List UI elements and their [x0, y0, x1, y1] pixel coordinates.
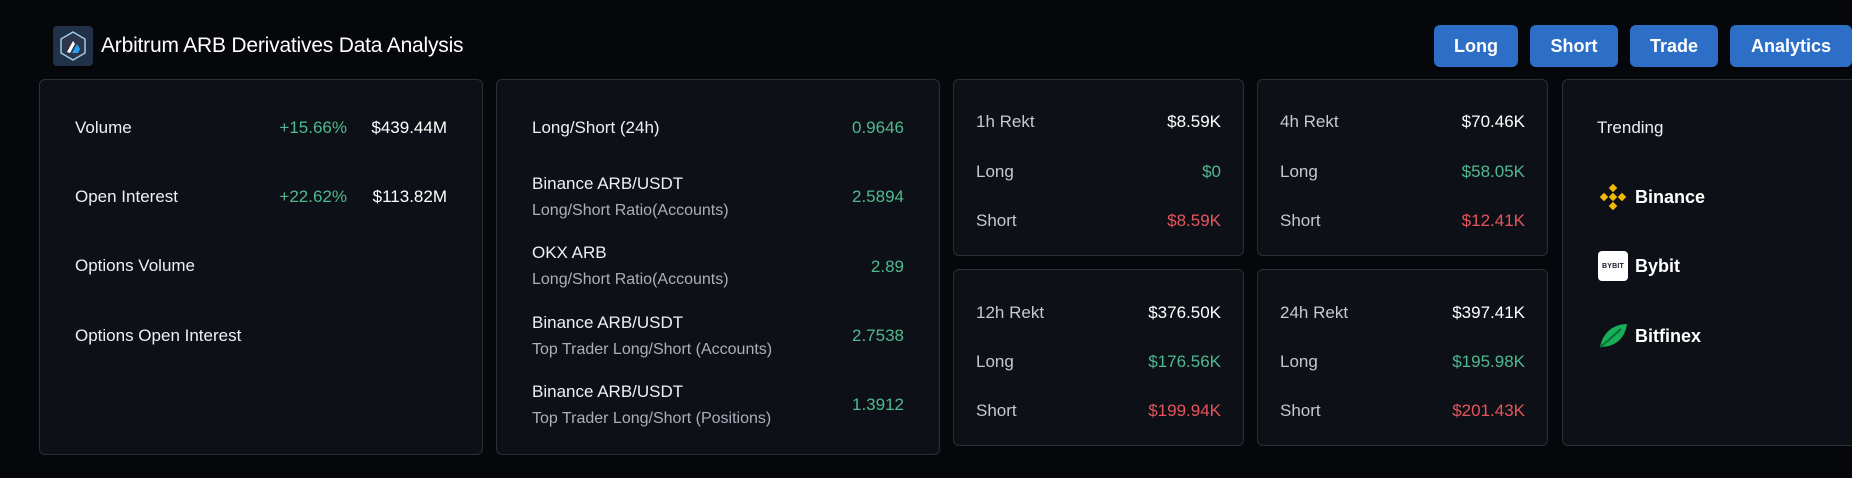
rekt-long-label: Long — [1280, 352, 1318, 371]
rekt-card-24h: 24h Rekt $397.41K Long $195.98K Short $2… — [1257, 269, 1548, 446]
ratio-item-title: OKX ARB — [532, 243, 607, 262]
ratio-item-subtitle: Top Trader Long/Short (Positions) — [532, 410, 772, 427]
rekt-title: 24h Rekt — [1280, 303, 1349, 322]
rekt-long-label: Long — [1280, 162, 1318, 181]
rekt-total: $70.46K — [1461, 112, 1525, 131]
rekt-total: $376.50K — [1148, 303, 1221, 322]
long-short-24h-label: Long/Short (24h) — [532, 118, 660, 137]
rekt-long-value: $0 — [1202, 162, 1221, 181]
bitfinex-icon — [1597, 320, 1629, 352]
rekt-short-label: Short — [1280, 211, 1321, 230]
ratio-item-value: 1.3912 — [852, 395, 904, 414]
rekt-total: $8.59K — [1167, 112, 1221, 131]
trending-item-label: Bybit — [1635, 255, 1680, 276]
short-button[interactable]: Short — [1530, 25, 1618, 67]
open-interest-change: +22.62% — [279, 187, 347, 206]
rekt-long-value: $176.56K — [1148, 352, 1221, 371]
rekt-card-1h: 1h Rekt $8.59K Long $0 Short $8.59K — [953, 79, 1244, 256]
arbitrum-logo-icon — [53, 26, 93, 66]
bybit-icon-text: BYBIT — [1598, 251, 1628, 281]
ratio-item-subtitle: Long/Short Ratio(Accounts) — [532, 202, 729, 219]
nav-buttons: Long Short Trade Analytics — [1422, 25, 1852, 67]
rekt-long-label: Long — [976, 352, 1014, 371]
trending-item-bitfinex[interactable]: Bitfinex — [1597, 320, 1701, 352]
page-header: Arbitrum ARB Derivatives Data Analysis — [53, 26, 464, 66]
trending-card: Trending Binance BYBIT Bybit Bitfinex — [1562, 79, 1852, 446]
open-interest-label: Open Interest — [75, 187, 179, 206]
rekt-short-value: $8.59K — [1167, 211, 1221, 230]
volume-change: +15.66% — [279, 118, 347, 137]
rekt-short-value: $12.41K — [1461, 211, 1525, 230]
rekt-long-value: $58.05K — [1461, 162, 1525, 181]
trade-button[interactable]: Trade — [1630, 25, 1718, 67]
bybit-icon: BYBIT — [1597, 250, 1629, 282]
rekt-card-4h: 4h Rekt $70.46K Long $58.05K Short $12.4… — [1257, 79, 1548, 256]
trending-label: Trending — [1597, 118, 1664, 137]
analytics-button[interactable]: Analytics — [1730, 25, 1852, 67]
ratio-item-subtitle: Top Trader Long/Short (Accounts) — [532, 341, 773, 358]
ratio-item-value: 2.89 — [870, 257, 904, 276]
rekt-short-label: Short — [976, 211, 1017, 230]
ratio-item-value: 2.5894 — [852, 187, 904, 206]
options-volume-label: Options Volume — [75, 256, 196, 275]
long-button[interactable]: Long — [1434, 25, 1518, 67]
rekt-card-12h: 12h Rekt $376.50K Long $176.56K Short $1… — [953, 269, 1244, 446]
rekt-short-value: $201.43K — [1452, 401, 1525, 420]
trending-item-label: Bitfinex — [1635, 325, 1702, 346]
ratio-item-value: 2.7538 — [852, 326, 904, 345]
ratio-item-subtitle: Long/Short Ratio(Accounts) — [532, 271, 729, 288]
options-open-interest-label: Options Open Interest — [75, 326, 242, 345]
rekt-short-label: Short — [976, 401, 1017, 420]
binance-icon — [1597, 181, 1629, 213]
ratio-item-title: Binance ARB/USDT — [532, 313, 684, 332]
page-title: Arbitrum ARB Derivatives Data Analysis — [101, 34, 464, 57]
volume-label: Volume — [75, 118, 132, 137]
open-interest-value: $113.82M — [372, 187, 447, 206]
long-short-ratio-card: Long/Short (24h) 0.9646 Binance ARB/USDT… — [496, 79, 940, 455]
rekt-title: 4h Rekt — [1280, 112, 1339, 131]
rekt-short-value: $199.94K — [1148, 401, 1221, 420]
ratio-item-title: Binance ARB/USDT — [532, 174, 684, 193]
volume-value: $439.44M — [371, 118, 447, 137]
rekt-short-label: Short — [1280, 401, 1321, 420]
trending-item-bybit[interactable]: BYBIT Bybit — [1597, 250, 1680, 282]
long-short-24h-value: 0.9646 — [852, 118, 904, 137]
ratio-item-title: Binance ARB/USDT — [532, 382, 684, 401]
trending-item-label: Binance — [1635, 186, 1706, 207]
rekt-title: 12h Rekt — [976, 303, 1045, 322]
rekt-long-value: $195.98K — [1452, 352, 1525, 371]
rekt-title: 1h Rekt — [976, 112, 1035, 131]
overview-card: Volume +15.66% $439.44M Open Interest +2… — [39, 79, 483, 455]
rekt-total: $397.41K — [1452, 303, 1525, 322]
rekt-long-label: Long — [976, 162, 1014, 181]
trending-item-binance[interactable]: Binance — [1597, 181, 1705, 213]
